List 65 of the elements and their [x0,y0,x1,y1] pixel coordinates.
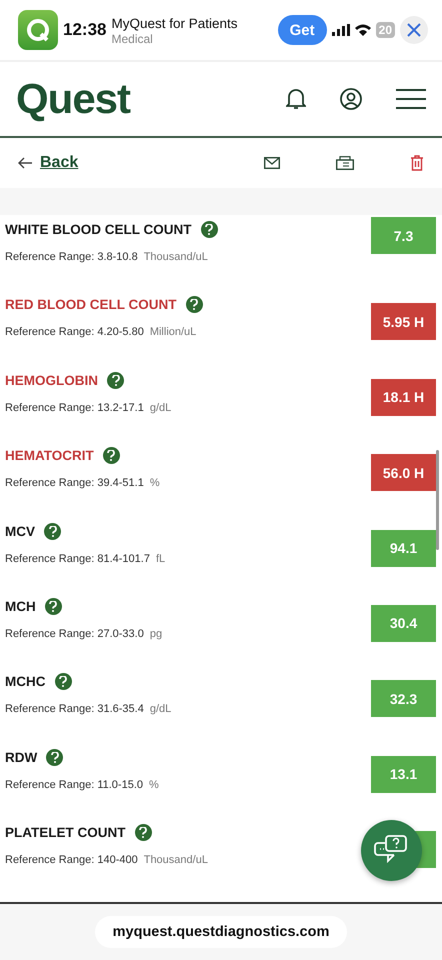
test-name: WHITE BLOOD CELL COUNT [5,222,192,237]
result-value: 7.3 [371,217,436,254]
reference-range: Reference Range: 31.6-35.4 [5,703,144,716]
signal-icon [332,24,350,36]
unit-label: g/dL [150,402,172,414]
unit-label: % [150,477,160,490]
test-name: HEMATOCRIT [5,448,94,464]
unit-label: g/dL [150,703,172,716]
help-icon[interactable] [134,824,152,842]
fax-button[interactable] [336,156,354,170]
menu-button[interactable] [396,89,426,109]
unit-label: Thousand/uL [144,251,208,263]
result-value: 94.1 [371,530,436,567]
app-category: Medical [111,32,153,46]
test-name: MCHC [5,674,46,690]
app-name: MyQuest for Patients [111,14,238,32]
reference-range: Reference Range: 11.0-15.0 [5,778,143,791]
reference-range: Reference Range: 39.4-51.1 [5,477,144,490]
unit-label: % [149,778,159,791]
delete-button[interactable] [410,155,424,171]
test-name: PLATELET COUNT [5,825,126,840]
result-value: 18.1 H [371,378,436,416]
test-name: RDW [5,750,38,765]
test-name: RED BLOOD CELL COUNT [5,297,176,312]
help-icon[interactable] [200,221,218,238]
help-icon[interactable] [107,372,124,389]
close-icon [407,23,421,37]
reference-range: Reference Range: 3.8-10.8 [5,251,138,263]
result-value: 32.3 [371,680,436,718]
result-value: 30.4 [371,604,436,642]
help-icon[interactable] [186,296,202,314]
notifications-button[interactable] [286,87,306,111]
email-button[interactable] [264,157,280,169]
result-value: 56.0 H [371,454,436,492]
help-icon[interactable] [46,748,64,766]
reference-range: Reference Range: 81.4-101.7 [5,552,150,565]
result-value: 13.1 [371,756,436,793]
test-name: MCV [5,524,35,539]
get-button[interactable]: Get [278,15,327,45]
back-arrow-icon [18,157,32,169]
reference-range: Reference Range: 27.0-33.0 [5,628,144,640]
unit-label: Million/uL [150,326,196,338]
help-icon[interactable] [54,673,72,690]
unit-label: Thousand/uL [144,854,208,866]
close-button[interactable] [400,16,428,44]
wifi-icon [354,24,371,36]
app-icon [18,10,58,50]
help-icon[interactable] [44,522,61,540]
help-icon[interactable] [44,598,62,615]
battery-level: 20 [376,22,395,38]
back-link[interactable]: Back [18,154,264,172]
address-bar[interactable]: myquest.questdiagnostics.com [94,916,348,948]
test-name: MCH [5,598,36,614]
help-icon[interactable] [102,447,120,464]
result-value: 5.95 H [371,303,436,340]
unit-label: fL [156,552,166,565]
reference-range: Reference Range: 140-400 [5,854,138,866]
quest-logo: Quest [16,75,132,123]
unit-label: pg [150,628,162,640]
reference-range: Reference Range: 4.20-5.80 [5,326,144,338]
chat-help-button[interactable] [361,820,422,881]
test-name: HEMOGLOBIN [5,372,98,388]
reference-range: Reference Range: 13.2-17.1 [5,402,144,414]
status-time: 12:38 [63,20,106,40]
account-button[interactable] [340,88,362,110]
